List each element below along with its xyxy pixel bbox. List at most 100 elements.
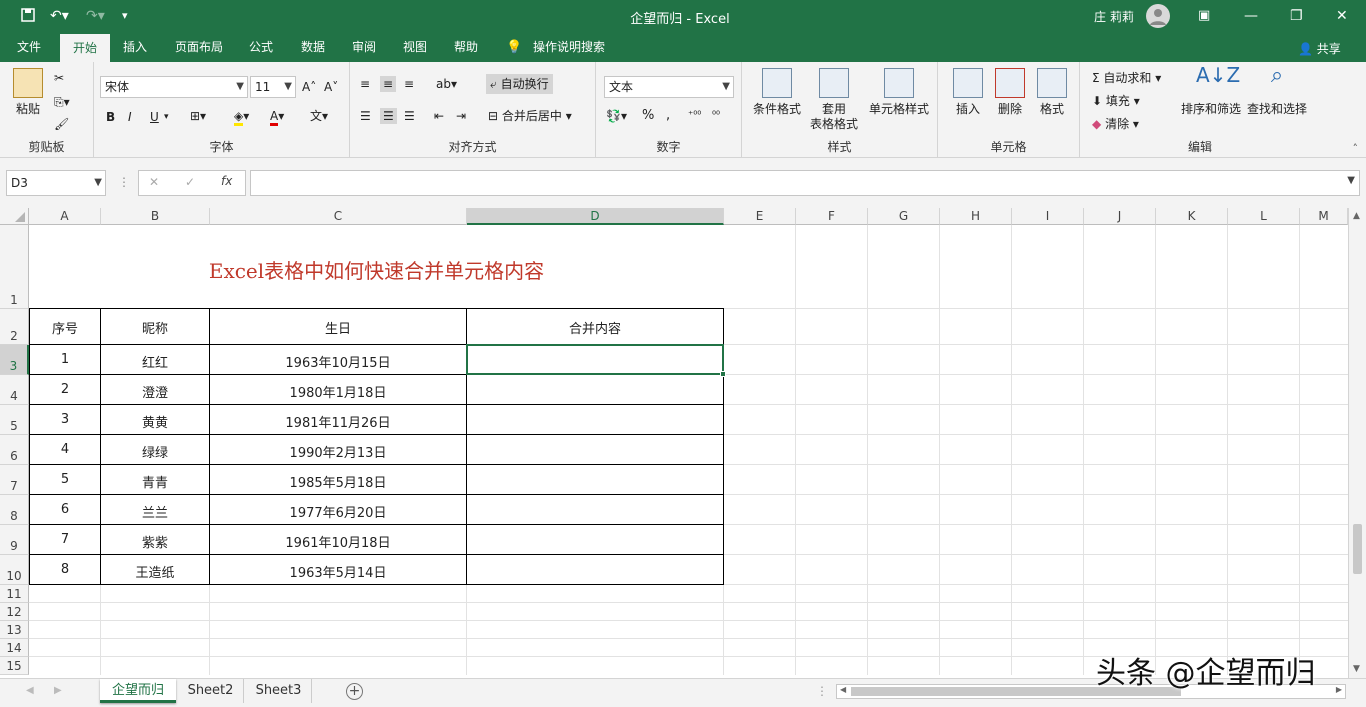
sheet-tab-sheet2[interactable]: Sheet2 [178,679,244,703]
format-painter-icon[interactable]: 🖌 [54,116,69,132]
table-cell[interactable]: 紫紫 [101,532,209,551]
row-header-1[interactable]: 1 [0,225,29,309]
save-icon[interactable] [20,7,36,28]
comma-button[interactable]: , [666,108,670,124]
header-cell-merged[interactable]: 合并内容 [467,318,723,337]
scroll-up-icon[interactable]: ▲ [1353,211,1360,221]
table-cell[interactable]: 3 [30,412,100,427]
add-sheet-icon[interactable]: + [346,683,363,700]
column-header-f[interactable]: F [796,208,868,225]
column-header-m[interactable]: M [1300,208,1348,225]
decrease-indent-icon[interactable]: ⇤ [434,108,444,124]
column-header-j[interactable]: J [1084,208,1156,225]
row-header-10[interactable]: 10 [0,555,29,585]
table-cell[interactable]: 1 [30,352,100,367]
table-cell[interactable]: 1985年5月18日 [210,472,466,491]
align-bottom-icon[interactable]: ≡ [404,76,414,92]
table-cell[interactable]: 青青 [101,472,209,491]
column-header-d[interactable]: D [467,208,724,225]
cell-styles-button[interactable]: 单元格样式 [866,68,932,117]
table-cell[interactable]: 6 [30,502,100,517]
share-button[interactable]: 👤 共享 [1298,40,1341,57]
autosum-button[interactable]: Σ 自动求和 ▾ [1092,70,1161,86]
table-cell[interactable]: 王造纸 [101,562,209,581]
find-select-button[interactable]: ⌕ 查找和选择 [1244,65,1310,117]
font-size-select[interactable]: 11 ▼ [250,76,296,98]
row-header-14[interactable]: 14 [0,639,29,657]
row-header-5[interactable]: 5 [0,405,29,435]
font-color-icon[interactable]: A▾ [270,108,284,126]
currency-icon[interactable]: 💱▾ [606,108,627,124]
clear-button[interactable]: ◆ 清除 ▾ [1092,116,1139,132]
row-header-8[interactable]: 8 [0,495,29,525]
copy-icon[interactable]: ⎘▾ [54,94,70,110]
align-center-icon[interactable]: ☰ [380,108,397,124]
table-cell[interactable]: 绿绿 [101,442,209,461]
table-cell[interactable]: 4 [30,442,100,457]
borders-icon[interactable]: ⊞▾ [190,108,206,124]
header-cell-birthday[interactable]: 生日 [210,318,466,337]
close-icon[interactable]: ✕ [1336,7,1348,25]
formula-input[interactable]: ▼ [250,170,1360,196]
wrap-text-button[interactable]: ⤶ 自动换行 [486,74,553,94]
sheet-tab-sheet3[interactable]: Sheet3 [246,679,312,703]
row-header-12[interactable]: 12 [0,603,29,621]
percent-button[interactable]: % [642,108,654,124]
header-cell-nickname[interactable]: 昵称 [101,318,209,337]
decrease-font-icon[interactable]: A˅ [324,79,338,95]
name-box[interactable]: D3 ▼ [6,170,106,196]
table-cell[interactable]: 1981年11月26日 [210,412,466,431]
insert-function-button[interactable]: fx [221,174,232,188]
tab-data[interactable]: 数据 [292,33,334,62]
italic-button[interactable]: I [128,109,132,125]
table-cell[interactable]: 澄澄 [101,382,209,401]
insert-cells-button[interactable]: 插入 [948,68,988,117]
table-cell[interactable]: 1990年2月13日 [210,442,466,461]
tab-file[interactable]: 文件 [8,33,50,62]
avatar[interactable] [1146,4,1170,28]
next-sheet-icon[interactable]: ▶ [54,685,62,696]
table-cell[interactable]: 1977年6月20日 [210,502,466,521]
table-cell[interactable]: 黄黄 [101,412,209,431]
row-header-13[interactable]: 13 [0,621,29,639]
table-cell[interactable]: 1980年1月18日 [210,382,466,401]
scroll-left-icon[interactable]: ◀ [840,685,846,694]
column-header-i[interactable]: I [1012,208,1084,225]
tab-view[interactable]: 视图 [394,33,436,62]
decrease-decimal-icon[interactable]: ⁰⁰ [712,108,720,124]
row-header-6[interactable]: 6 [0,435,29,465]
row-header-11[interactable]: 11 [0,585,29,603]
column-header-e[interactable]: E [724,208,796,225]
phonetic-icon[interactable]: 文▾ [310,108,328,124]
table-cell[interactable]: 1963年5月14日 [210,562,466,581]
restore-icon[interactable]: ❐ [1290,7,1303,25]
conditional-format-button[interactable]: 条件格式 [750,68,804,117]
tab-home[interactable]: 开始 [60,33,110,62]
cancel-icon[interactable]: ✕ [149,175,159,189]
select-all-button[interactable] [0,208,29,225]
row-header-15[interactable]: 15 [0,657,29,675]
increase-decimal-icon[interactable]: ⁺⁰⁰ [688,108,701,124]
table-cell[interactable]: 1963年10月15日 [210,352,466,371]
table-cell[interactable]: 8 [30,562,100,577]
column-header-c[interactable]: C [210,208,467,225]
increase-indent-icon[interactable]: ⇥ [456,108,466,124]
undo-icon[interactable]: ↶▾ [50,7,69,25]
active-cell-d3[interactable] [466,344,724,375]
chevron-down-icon[interactable]: ▾ [164,109,169,125]
splitter-icon[interactable]: ⋮ [816,684,828,698]
align-middle-icon[interactable]: ≡ [380,76,397,92]
fill-color-icon[interactable]: ◈▾ [234,108,249,126]
merge-center-button[interactable]: ⊟ 合并后居中 ▾ [488,108,572,124]
scrollbar-thumb[interactable] [1353,524,1362,574]
sort-filter-button[interactable]: A↓Z 排序和筛选 [1178,65,1244,117]
header-cell-index[interactable]: 序号 [30,318,100,337]
minimize-icon[interactable]: — [1244,7,1258,25]
underline-button[interactable]: U [150,109,159,125]
delete-cells-button[interactable]: 删除 [990,68,1030,117]
ribbon-display-options-icon[interactable]: ▣ [1198,7,1210,25]
table-cell[interactable]: 兰兰 [101,502,209,521]
format-cells-button[interactable]: 格式 [1032,68,1072,117]
cut-icon[interactable]: ✂ [54,70,64,86]
table-cell[interactable]: 7 [30,532,100,547]
